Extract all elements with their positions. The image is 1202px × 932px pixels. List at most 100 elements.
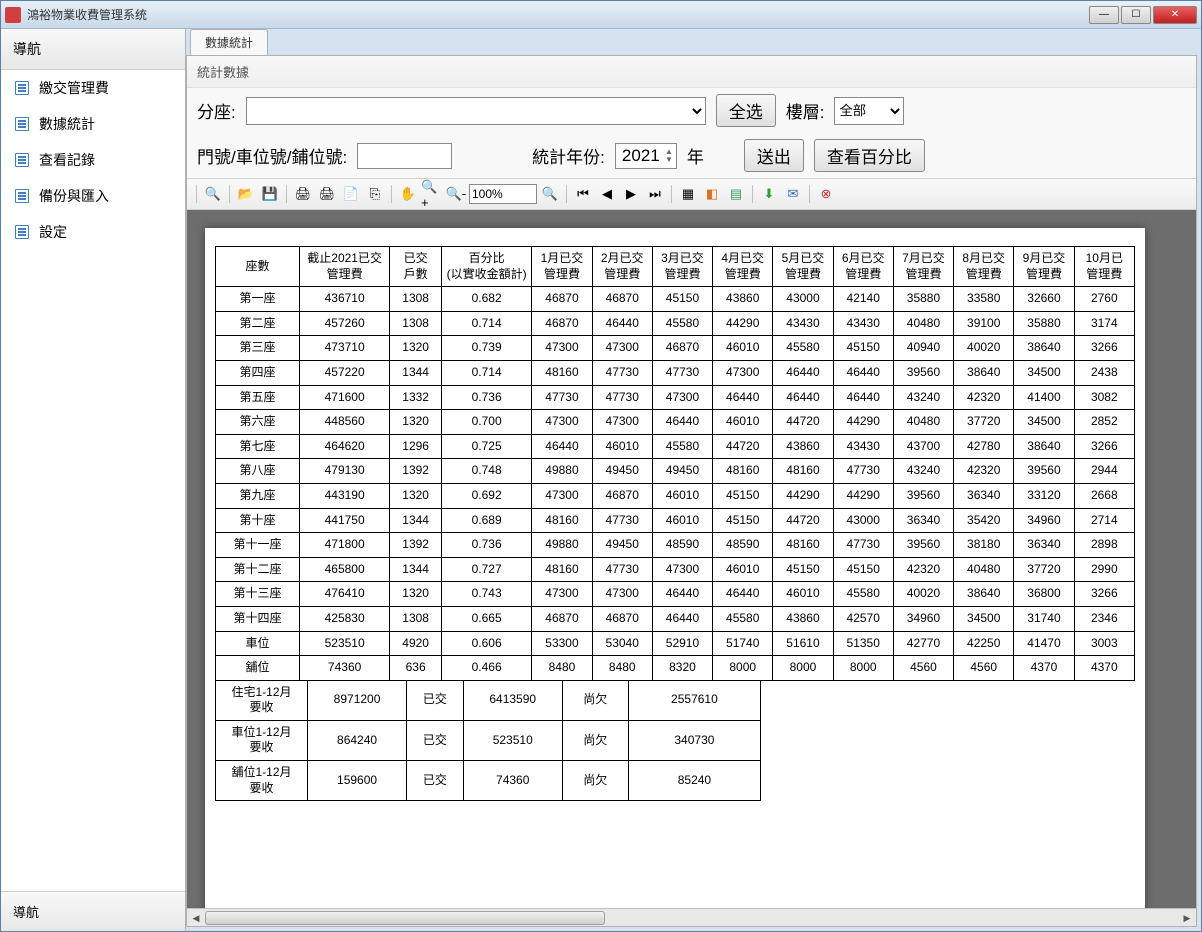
search-icon[interactable]: 🔍: [202, 183, 224, 205]
building-select[interactable]: [246, 97, 706, 125]
next-page-icon[interactable]: ▶: [620, 183, 642, 205]
report-toolbar: 🔍 📂 💾 🖨 🖨 📄 ⎘ ✋ 🔍+ 🔍- 🔍 ⏮: [187, 178, 1196, 210]
sidebar-header: 導航: [1, 29, 185, 70]
report-page: 座數截止2021已交管理費已交戶數百分比(以實收金額計)1月已交管理費2月已交管…: [205, 228, 1145, 908]
table-row: 第三座47371013200.7394730047300468704601045…: [216, 336, 1135, 361]
app-window: 鴻裕物業收費管理系统 — ☐ ✕ 導航 繳交管理費 數據統計 查看記錄 備份與匯…: [0, 0, 1202, 932]
list-icon: [15, 153, 29, 167]
quick-print-icon[interactable]: 🖨: [316, 183, 338, 205]
scroll-left-icon[interactable]: ◀: [187, 909, 205, 927]
column-header: 6月已交管理費: [833, 247, 893, 287]
window-controls: — ☐ ✕: [1089, 6, 1197, 24]
summary-table: 住宅1-12月要收8971200已交6413590尚欠2557610車位1-12…: [215, 680, 761, 802]
column-header: 百分比(以實收金額計): [441, 247, 531, 287]
year-label: 統計年份:: [532, 143, 605, 168]
column-header: 已交戶數: [390, 247, 442, 287]
app-icon: [5, 7, 21, 23]
zoom-in-icon[interactable]: 🔍+: [421, 183, 443, 205]
page-setup-icon[interactable]: 📄: [340, 183, 362, 205]
table-row: 第十四座42583013080.665468704687046440455804…: [216, 606, 1135, 631]
print-icon[interactable]: 🖨: [292, 183, 314, 205]
spin-down-icon[interactable]: ▼: [664, 156, 674, 164]
table-row: 第十三座47641013200.743473004730046440464404…: [216, 582, 1135, 607]
building-label: 分座:: [197, 98, 236, 123]
sidebar-item-statistics[interactable]: 數據統計: [1, 106, 185, 142]
table-row: 第二座45726013080.7144687046440455804429043…: [216, 311, 1135, 336]
table-row: 第十二座46580013440.727481604773047300460104…: [216, 557, 1135, 582]
first-page-icon[interactable]: ⏮: [572, 183, 594, 205]
table-row: 第四座45722013440.7144816047730477304730046…: [216, 360, 1135, 385]
table-row: 第十一座47180013920.736498804945048590485904…: [216, 533, 1135, 558]
column-header: 10月已管理費: [1074, 247, 1134, 287]
list-icon: [15, 81, 29, 95]
maximize-button[interactable]: ☐: [1121, 6, 1151, 24]
multipage-icon[interactable]: ▦: [677, 183, 699, 205]
table-row: 第九座44319013200.6924730046870460104515044…: [216, 483, 1135, 508]
year-spinner[interactable]: 2021 ▲▼: [615, 143, 677, 169]
main-area: 數據統計 統計數據 分座: 全选 樓層: 全部 門號/車位號/鋪位號: 統計年份…: [186, 29, 1201, 931]
filter-row-2: 門號/車位號/鋪位號: 統計年份: 2021 ▲▼ 年 送出 查看百分比: [187, 133, 1196, 178]
column-header: 4月已交管理費: [713, 247, 773, 287]
sidebar-footer: 導航: [1, 891, 185, 931]
summary-row: 住宅1-12月要收8971200已交6413590尚欠2557610: [216, 680, 761, 720]
summary-row: 車位1-12月要收864240已交523510尚欠340730: [216, 720, 761, 760]
tabstrip: 數據統計: [186, 29, 1201, 55]
table-row: 舖位743606360.4668480848083208000800080004…: [216, 656, 1135, 681]
section-title: 統計數據: [187, 56, 1196, 88]
floor-label: 樓層:: [786, 98, 825, 123]
view-percentage-button[interactable]: 查看百分比: [814, 139, 925, 172]
sidebar-item-settings[interactable]: 設定: [1, 214, 185, 250]
horizontal-scrollbar[interactable]: ◀ ▶: [187, 908, 1196, 926]
list-icon: [15, 225, 29, 239]
statistics-table: 座數截止2021已交管理費已交戶數百分比(以實收金額計)1月已交管理費2月已交管…: [215, 246, 1135, 681]
minimize-button[interactable]: —: [1089, 6, 1119, 24]
sidebar: 導航 繳交管理費 數據統計 查看記錄 備份與匯入 設定 導航: [1, 29, 186, 931]
column-header: 座數: [216, 247, 300, 287]
close-button[interactable]: ✕: [1153, 6, 1197, 24]
year-unit: 年: [687, 143, 704, 168]
sidebar-item-records[interactable]: 查看記錄: [1, 142, 185, 178]
open-icon[interactable]: 📂: [235, 183, 257, 205]
watermark-icon[interactable]: ▤: [725, 183, 747, 205]
sidebar-item-backup[interactable]: 備份與匯入: [1, 178, 185, 214]
titlebar: 鴻裕物業收費管理系统 — ☐ ✕: [1, 1, 1201, 29]
zoom-out-icon[interactable]: 🔍-: [445, 183, 467, 205]
email-icon[interactable]: ✉: [782, 183, 804, 205]
last-page-icon[interactable]: ⏭: [644, 183, 666, 205]
color-icon[interactable]: ◧: [701, 183, 723, 205]
column-header: 7月已交管理費: [893, 247, 953, 287]
column-header: 8月已交管理費: [954, 247, 1014, 287]
column-header: 截止2021已交管理費: [299, 247, 389, 287]
export-icon[interactable]: ⬇: [758, 183, 780, 205]
table-row: 第一座43671013080.6824687046870451504386043…: [216, 287, 1135, 312]
tab-statistics[interactable]: 數據統計: [190, 29, 268, 55]
scale-icon[interactable]: ⎘: [364, 183, 386, 205]
unit-input[interactable]: [357, 143, 452, 169]
table-row: 第五座47160013320.7364773047730473004644046…: [216, 385, 1135, 410]
sidebar-item-payment[interactable]: 繳交管理費: [1, 70, 185, 106]
window-title: 鴻裕物業收費管理系统: [27, 6, 1089, 23]
submit-button[interactable]: 送出: [744, 139, 804, 172]
scroll-right-icon[interactable]: ▶: [1178, 909, 1196, 927]
close-preview-icon[interactable]: ⊗: [815, 183, 837, 205]
table-row: 第六座44856013200.7004730047300464404601044…: [216, 410, 1135, 435]
zoom-tool-icon[interactable]: 🔍: [539, 183, 561, 205]
report-viewport[interactable]: 座數截止2021已交管理費已交戶數百分比(以實收金額計)1月已交管理費2月已交管…: [187, 210, 1196, 908]
prev-page-icon[interactable]: ◀: [596, 183, 618, 205]
save-icon[interactable]: 💾: [259, 183, 281, 205]
table-row: 第七座46462012960.7254644046010455804472043…: [216, 434, 1135, 459]
column-header: 3月已交管理費: [652, 247, 712, 287]
hand-icon[interactable]: ✋: [397, 183, 419, 205]
sidebar-items: 繳交管理費 數據統計 查看記錄 備份與匯入 設定: [1, 70, 185, 891]
scroll-thumb[interactable]: [205, 911, 605, 925]
table-row: 第八座47913013920.7484988049450494504816048…: [216, 459, 1135, 484]
list-icon: [15, 189, 29, 203]
column-header: 1月已交管理費: [532, 247, 592, 287]
table-row: 第十座44175013440.6894816047730460104515044…: [216, 508, 1135, 533]
zoom-combo[interactable]: [469, 184, 537, 204]
table-row: 車位52351049200.60653300530405291051740516…: [216, 631, 1135, 656]
filter-row-1: 分座: 全选 樓層: 全部: [187, 88, 1196, 133]
column-header: 9月已交管理費: [1014, 247, 1074, 287]
select-all-button[interactable]: 全选: [716, 94, 776, 127]
floor-select[interactable]: 全部: [834, 97, 904, 125]
